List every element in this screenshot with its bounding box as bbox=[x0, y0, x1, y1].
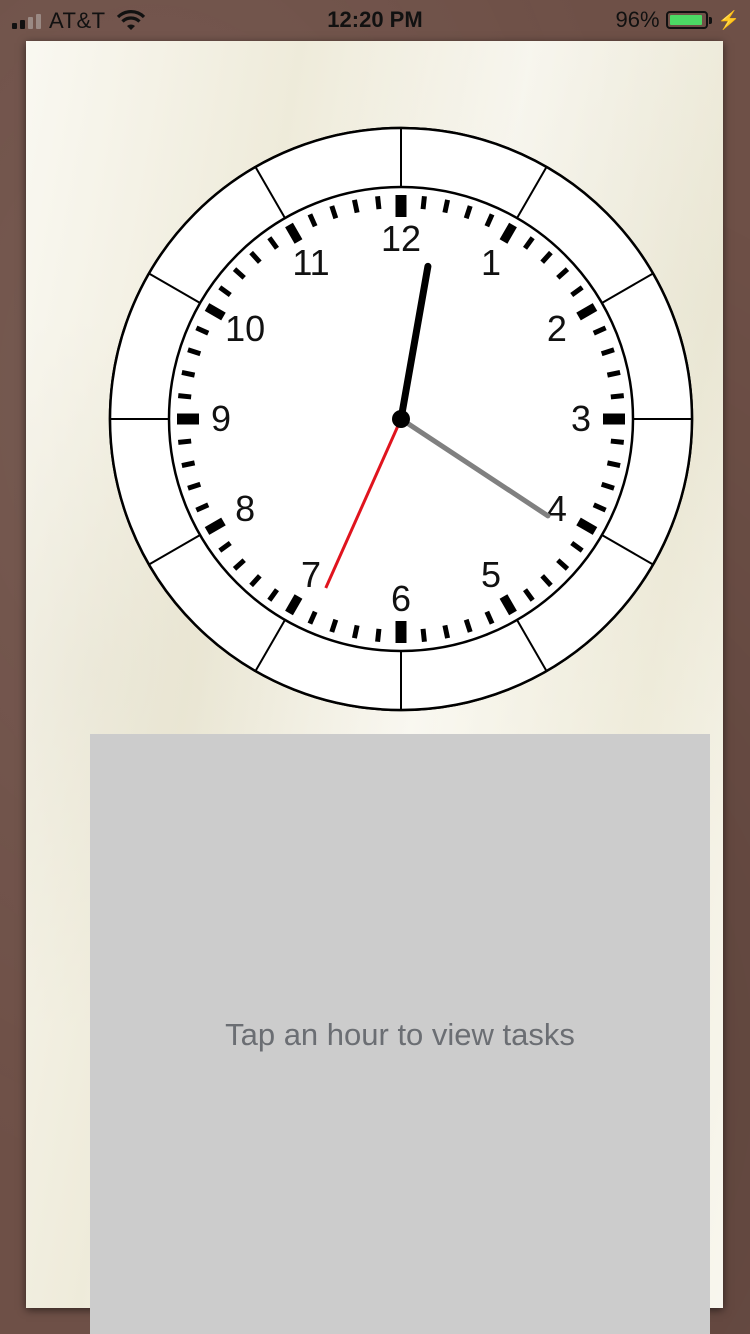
hour-number-12: 12 bbox=[381, 218, 421, 259]
hour-number-6: 6 bbox=[391, 578, 411, 619]
hour-number-7: 7 bbox=[301, 554, 321, 595]
minute-tick bbox=[442, 199, 451, 214]
battery-icon bbox=[665, 11, 712, 29]
minute-tick bbox=[177, 438, 192, 445]
minute-tick bbox=[181, 460, 196, 469]
tasks-hint: Tap an hour to view tasks bbox=[225, 1016, 575, 1052]
hour-number-1: 1 bbox=[481, 242, 501, 283]
status-right: 96% ⚡ bbox=[616, 7, 740, 33]
minute-tick bbox=[610, 438, 625, 445]
minute-tick bbox=[181, 369, 196, 378]
hour-number-5: 5 bbox=[481, 554, 501, 595]
minute-tick bbox=[351, 199, 360, 214]
status-bar: AT&T 12:20 PM 96% ⚡ bbox=[0, 0, 750, 40]
minute-tick bbox=[442, 624, 451, 639]
clock-face: 121234567891011 bbox=[108, 126, 694, 712]
battery-percent: 96% bbox=[615, 7, 660, 32]
hour-number-3: 3 bbox=[571, 398, 591, 439]
hour-number-11: 11 bbox=[292, 242, 329, 283]
minute-tick bbox=[177, 393, 192, 400]
charging-bolt-icon: ⚡ bbox=[717, 9, 740, 30]
hour-number-9: 9 bbox=[211, 398, 231, 439]
minute-tick bbox=[351, 624, 360, 639]
hour-number-2: 2 bbox=[547, 308, 567, 349]
hour-number-8: 8 bbox=[235, 488, 255, 529]
clock-card: 12 1 2 3 4 5 6 7 8 9 10 11 Tap an hour to view task… bbox=[26, 41, 723, 1334]
hour-number-10: 10 bbox=[225, 308, 265, 349]
hour-number-4: 4 bbox=[547, 488, 567, 529]
center-pin bbox=[392, 410, 410, 428]
minute-tick bbox=[420, 195, 427, 210]
minute-tick bbox=[420, 628, 427, 643]
minute-tick bbox=[375, 195, 382, 210]
tasks-panel: Tap an hour to view tasks bbox=[90, 734, 710, 1334]
minute-tick bbox=[375, 628, 382, 643]
minute-tick bbox=[606, 460, 621, 469]
minute-tick bbox=[606, 369, 621, 378]
battery-fill bbox=[669, 15, 703, 25]
minute-tick bbox=[610, 393, 625, 400]
